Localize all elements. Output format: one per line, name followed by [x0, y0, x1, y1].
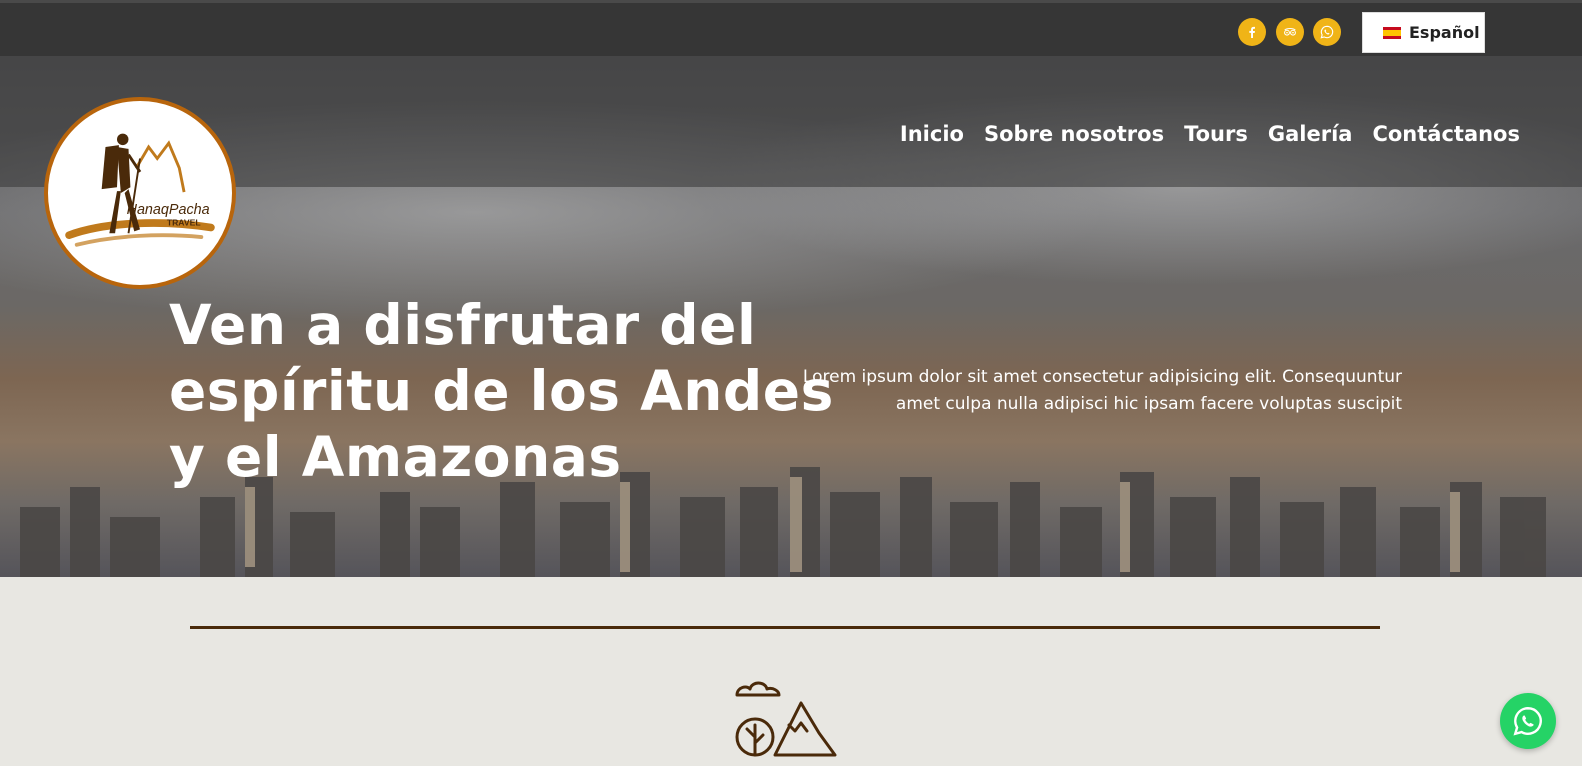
mountain-tree-icon: [735, 681, 837, 757]
nav-item-galeria[interactable]: Galería: [1268, 122, 1353, 146]
nav-item-inicio[interactable]: Inicio: [900, 122, 964, 146]
top-bar: Español: [0, 0, 1582, 56]
lead-line-2: amet culpa nulla adipisci hic ipsam face…: [895, 394, 1402, 414]
nav-item-tours[interactable]: Tours: [1184, 122, 1248, 146]
svg-text:TRAVEL: TRAVEL: [167, 218, 201, 228]
main-nav: Inicio Sobre nosotros Tours Galería Cont…: [900, 122, 1520, 146]
language-label: Español: [1409, 23, 1480, 42]
whatsapp-icon[interactable]: [1313, 18, 1341, 46]
nav-item-contactanos[interactable]: Contáctanos: [1372, 122, 1520, 146]
section-divider: [190, 626, 1380, 629]
svg-text:HanaqPacha: HanaqPacha: [127, 202, 210, 218]
whatsapp-float-icon: [1513, 707, 1542, 736]
whatsapp-float-button[interactable]: [1500, 693, 1556, 749]
spain-flag-icon: [1383, 26, 1401, 39]
headline-line-1: Ven a disfrutar del: [169, 293, 757, 357]
lead-line-1: Lorem ipsum dolor sit amet consectetur a…: [802, 367, 1402, 387]
tripadvisor-icon[interactable]: [1276, 18, 1304, 46]
logo[interactable]: HanaqPacha TRAVEL: [44, 97, 236, 289]
language-selector[interactable]: Español: [1362, 12, 1485, 53]
headline-line-2: espíritu de los Andes: [169, 359, 834, 423]
headline-line-3: y el Amazonas: [169, 425, 622, 489]
hero-headline: Ven a disfrutar del espíritu de los Ande…: [169, 292, 834, 490]
nav-item-sobre-nosotros[interactable]: Sobre nosotros: [984, 122, 1164, 146]
hero-lead-text: Lorem ipsum dolor sit amet consectetur a…: [790, 364, 1402, 418]
hiker-logo-icon: HanaqPacha TRAVEL: [65, 133, 215, 247]
facebook-icon[interactable]: [1238, 18, 1266, 46]
